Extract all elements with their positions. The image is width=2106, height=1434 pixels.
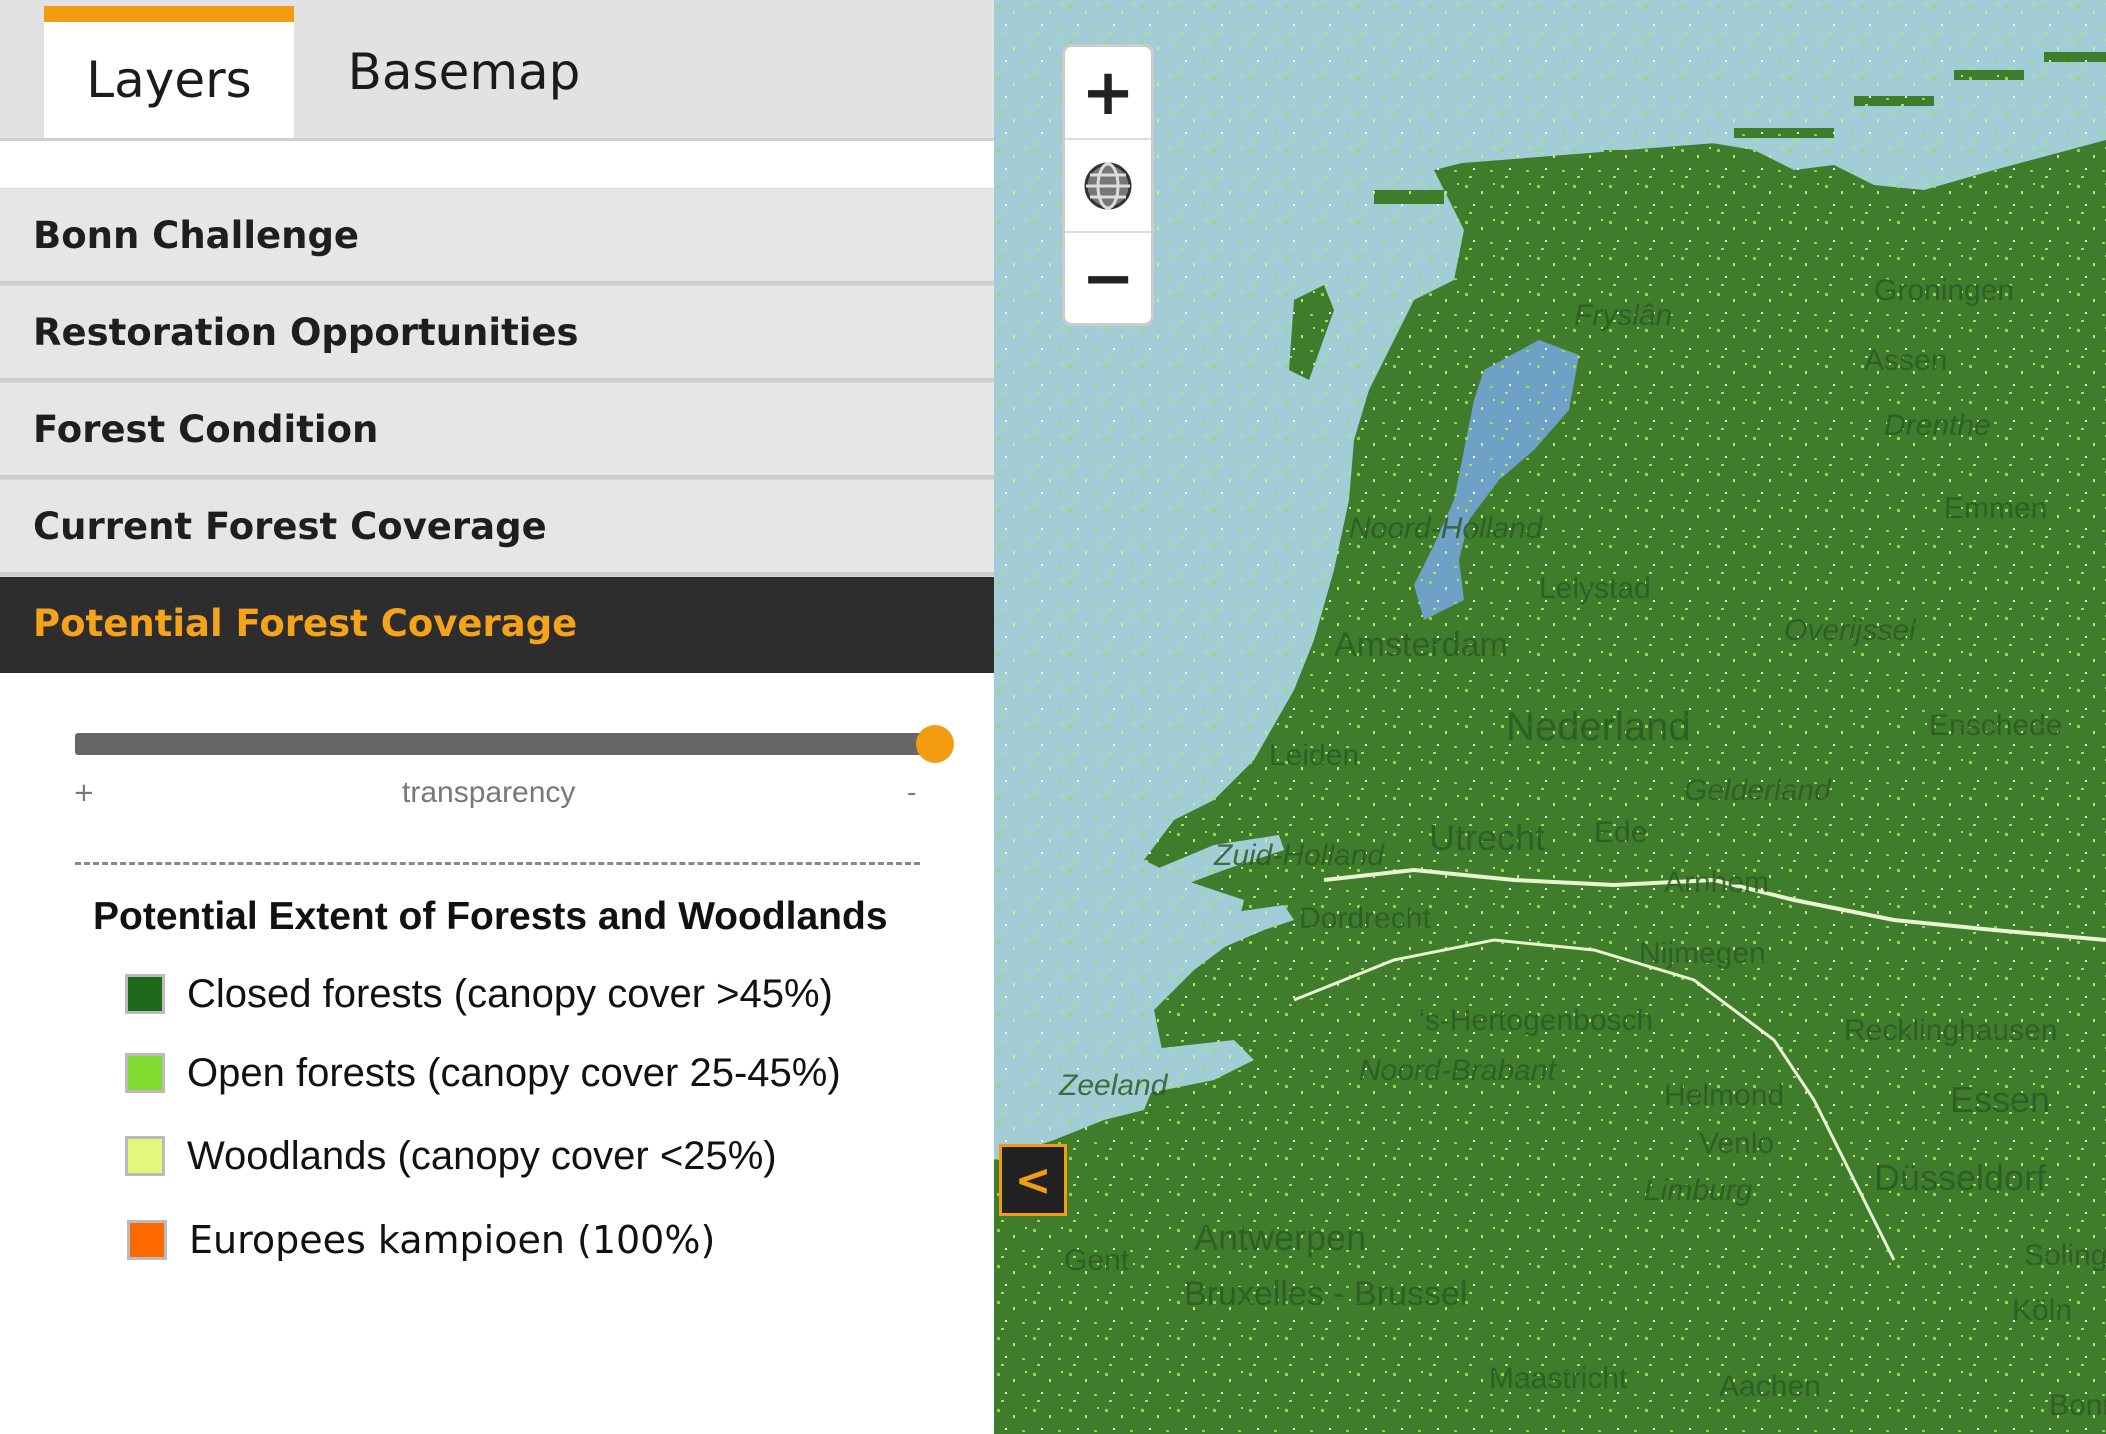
map-label: Nijmegen [1639,937,1766,970]
map-label: Leiden [1269,739,1359,772]
map-label: Lelystad [1539,572,1651,605]
legend-item-europees-kampioen: Europees kampioen (100%) [127,1217,715,1263]
map-label: Assen [1864,344,1947,377]
map-label: Drenthe [1884,409,1991,442]
map-label: 's-Hertogenbosch [1419,1004,1653,1037]
map-label: Emmen [1944,492,2047,525]
legend-swatch [125,1136,165,1176]
globe-button[interactable] [1065,140,1151,233]
legend-swatch [127,1220,167,1260]
map-label: Essen [1950,1079,2050,1120]
map-label: Limburg [1644,1174,1753,1207]
zoom-in-button[interactable]: + [1065,47,1151,140]
legend-label: Open forests (canopy cover 25-45%) [187,1050,841,1095]
map-label: Antwerpen [1194,1217,1366,1258]
transparency-label: transparency [402,776,576,809]
layer-forest-condition[interactable]: Forest Condition [0,382,994,479]
map-label: Aachen [1719,1370,1821,1403]
legend-label: Closed forests (canopy cover >45%) [187,971,833,1016]
map-label: Overijssel [1784,614,1917,647]
tab-layers[interactable]: Layers [44,6,294,138]
globe-icon [1084,162,1132,209]
map-canvas[interactable]: Groningen Assen Drenthe Emmen Fryslân No… [994,0,2106,1434]
map-label: Nederland [1506,705,1691,749]
map-label: Zeeland [1058,1069,1169,1102]
map-label: Düsseldorf [1874,1157,2047,1198]
map-label: Groningen [1874,274,2014,307]
tab-basemap[interactable]: Basemap [294,6,634,138]
tab-bar: Layers Basemap [0,0,994,141]
slider-handle[interactable] [916,725,954,763]
legend-label: Europees kampioen (100%) [189,1218,716,1262]
legend-swatch [125,974,165,1014]
map-label: Noord-Brabant [1359,1054,1557,1087]
map-label: Helmond [1664,1079,1784,1112]
zoom-control: + − [1062,44,1154,326]
layer-list: Bonn Challenge Restoration Opportunities… [0,188,994,673]
map-label: Gent [1064,1244,1130,1277]
map-label: Zuid-Holland [1213,839,1385,872]
map-label: Bruxelles - Brussel [1184,1275,1467,1313]
layer-bonn-challenge[interactable]: Bonn Challenge [0,188,994,285]
map-label: Maastricht [1489,1362,1628,1395]
collapse-sidebar-button[interactable]: < [999,1144,1067,1216]
legend-item-open-forests: Open forests (canopy cover 25-45%) [125,1050,841,1096]
legend-title: Potential Extent of Forests and Woodland… [93,895,888,938]
slider-minus-label: - [907,778,917,808]
map-label: Dordrecht [1299,902,1431,935]
zoom-out-button[interactable]: − [1065,233,1151,324]
map-label: Fryslân [1574,299,1672,332]
legend-label: Woodlands (canopy cover <25%) [187,1133,777,1178]
map-label: Enschede [1929,709,2062,742]
map-label: Köln [2012,1294,2072,1327]
map-label: Amsterdam [1334,626,1508,664]
slider-plus-label: + [73,778,95,808]
map-label: Noord-Holland [1349,512,1544,545]
map-label: Arnhem [1664,866,1769,899]
legend-item-closed-forests: Closed forests (canopy cover >45%) [125,971,833,1017]
map-label: Ede [1594,816,1647,849]
layer-current-forest-coverage[interactable]: Current Forest Coverage [0,479,994,576]
map-label: Recklinghausen [1844,1014,2057,1047]
sidebar-panel: Layers Basemap Bonn Challenge Restoratio… [0,0,994,1434]
dashed-divider [75,862,920,865]
legend-item-woodlands: Woodlands (canopy cover <25%) [125,1133,777,1179]
layer-potential-forest-coverage[interactable]: Potential Forest Coverage [0,576,994,673]
map-svg: Groningen Assen Drenthe Emmen Fryslân No… [994,0,2106,1434]
layer-restoration-opportunities[interactable]: Restoration Opportunities [0,285,994,382]
map-label: Gelderland [1684,774,1832,807]
map-label: Utrecht [1429,817,1545,858]
legend-swatch [125,1053,165,1093]
map-label: Solingen [2024,1239,2106,1272]
transparency-slider[interactable] [75,725,954,763]
map-label: Venlo [1699,1127,1774,1160]
map-label: Bonn [2049,1389,2106,1422]
